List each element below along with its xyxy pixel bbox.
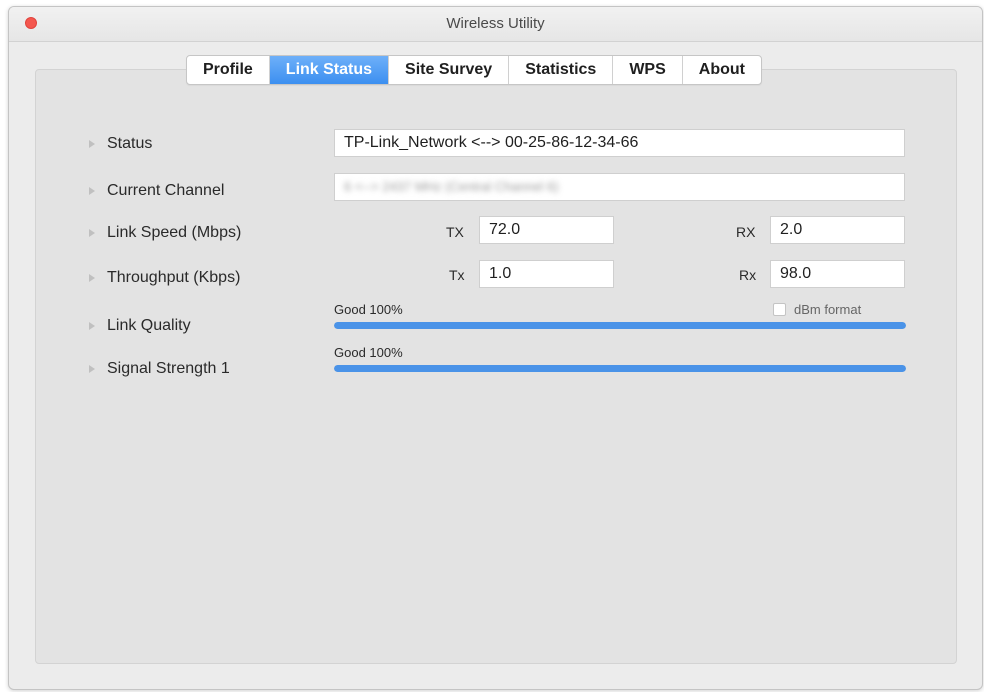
- link-quality-label: Link Quality: [107, 317, 191, 334]
- link-speed-tx-label: TX: [446, 224, 464, 240]
- link-speed-tx-value: 72.0: [489, 221, 521, 238]
- link-speed-row-label: Link Speed (Mbps): [89, 224, 241, 242]
- throughput-tx-value: 1.0: [489, 265, 512, 282]
- throughput-rx-value: 98.0: [780, 265, 812, 282]
- throughput-tx-field: 1.0: [479, 260, 614, 288]
- throughput-tx-label: Tx: [449, 267, 465, 283]
- link-quality-bar: [334, 322, 906, 329]
- tab-bar: Profile Link Status Site Survey Statisti…: [186, 55, 762, 85]
- window-title: Wireless Utility: [446, 15, 545, 32]
- link-speed-rx-field: 2.0: [770, 216, 905, 244]
- signal-strength-label: Signal Strength 1: [107, 360, 230, 377]
- tab-site-survey[interactable]: Site Survey: [389, 56, 510, 84]
- link-quality-text: Good 100%: [334, 302, 403, 317]
- link-quality-bar-fill: [334, 322, 906, 329]
- disclosure-triangle-icon: [89, 229, 95, 237]
- link-speed-rx-value: 2.0: [780, 221, 803, 238]
- throughput-rx-label: Rx: [739, 267, 757, 283]
- disclosure-triangle-icon: [89, 140, 95, 148]
- tab-about[interactable]: About: [683, 56, 761, 84]
- tab-statistics[interactable]: Statistics: [509, 56, 614, 84]
- throughput-rx-field: 98.0: [770, 260, 905, 288]
- current-channel-label: Current Channel: [107, 182, 225, 199]
- app-window: Wireless Utility Profile Link Status Sit…: [8, 6, 983, 690]
- signal-strength-text: Good 100%: [334, 345, 403, 360]
- dbm-format-checkbox[interactable]: [773, 303, 786, 316]
- link-speed-tx-field: 72.0: [479, 216, 614, 244]
- throughput-label: Throughput (Kbps): [107, 269, 241, 286]
- signal-strength-bar: [334, 365, 906, 372]
- link-speed-rx-label: RX: [736, 224, 756, 240]
- status-row-label: Status: [89, 135, 152, 153]
- current-channel-row-label: Current Channel: [89, 182, 224, 200]
- tab-link-status[interactable]: Link Status: [269, 56, 390, 84]
- signal-strength-bar-fill: [334, 365, 906, 372]
- status-label: Status: [107, 135, 153, 152]
- signal-strength-row-label: Signal Strength 1: [89, 360, 230, 378]
- current-channel-value: 6 <--> 2437 MHz (Central Channel 6): [344, 179, 559, 194]
- link-speed-label: Link Speed (Mbps): [107, 224, 242, 241]
- current-channel-field: 6 <--> 2437 MHz (Central Channel 6): [334, 173, 905, 201]
- link-quality-row-label: Link Quality: [89, 317, 191, 335]
- throughput-row-label: Throughput (Kbps): [89, 269, 240, 287]
- dbm-format-label: dBm format: [794, 302, 862, 317]
- title-bar: Wireless Utility: [9, 7, 982, 42]
- tab-wps[interactable]: WPS: [613, 56, 683, 84]
- status-value: TP-Link_Network <--> 00-25-86-12-34-66: [344, 134, 639, 151]
- tab-profile[interactable]: Profile: [187, 56, 270, 84]
- disclosure-triangle-icon: [89, 322, 95, 330]
- disclosure-triangle-icon: [89, 187, 95, 195]
- status-field: TP-Link_Network <--> 00-25-86-12-34-66: [334, 129, 905, 157]
- disclosure-triangle-icon: [89, 274, 95, 282]
- disclosure-triangle-icon: [89, 365, 95, 373]
